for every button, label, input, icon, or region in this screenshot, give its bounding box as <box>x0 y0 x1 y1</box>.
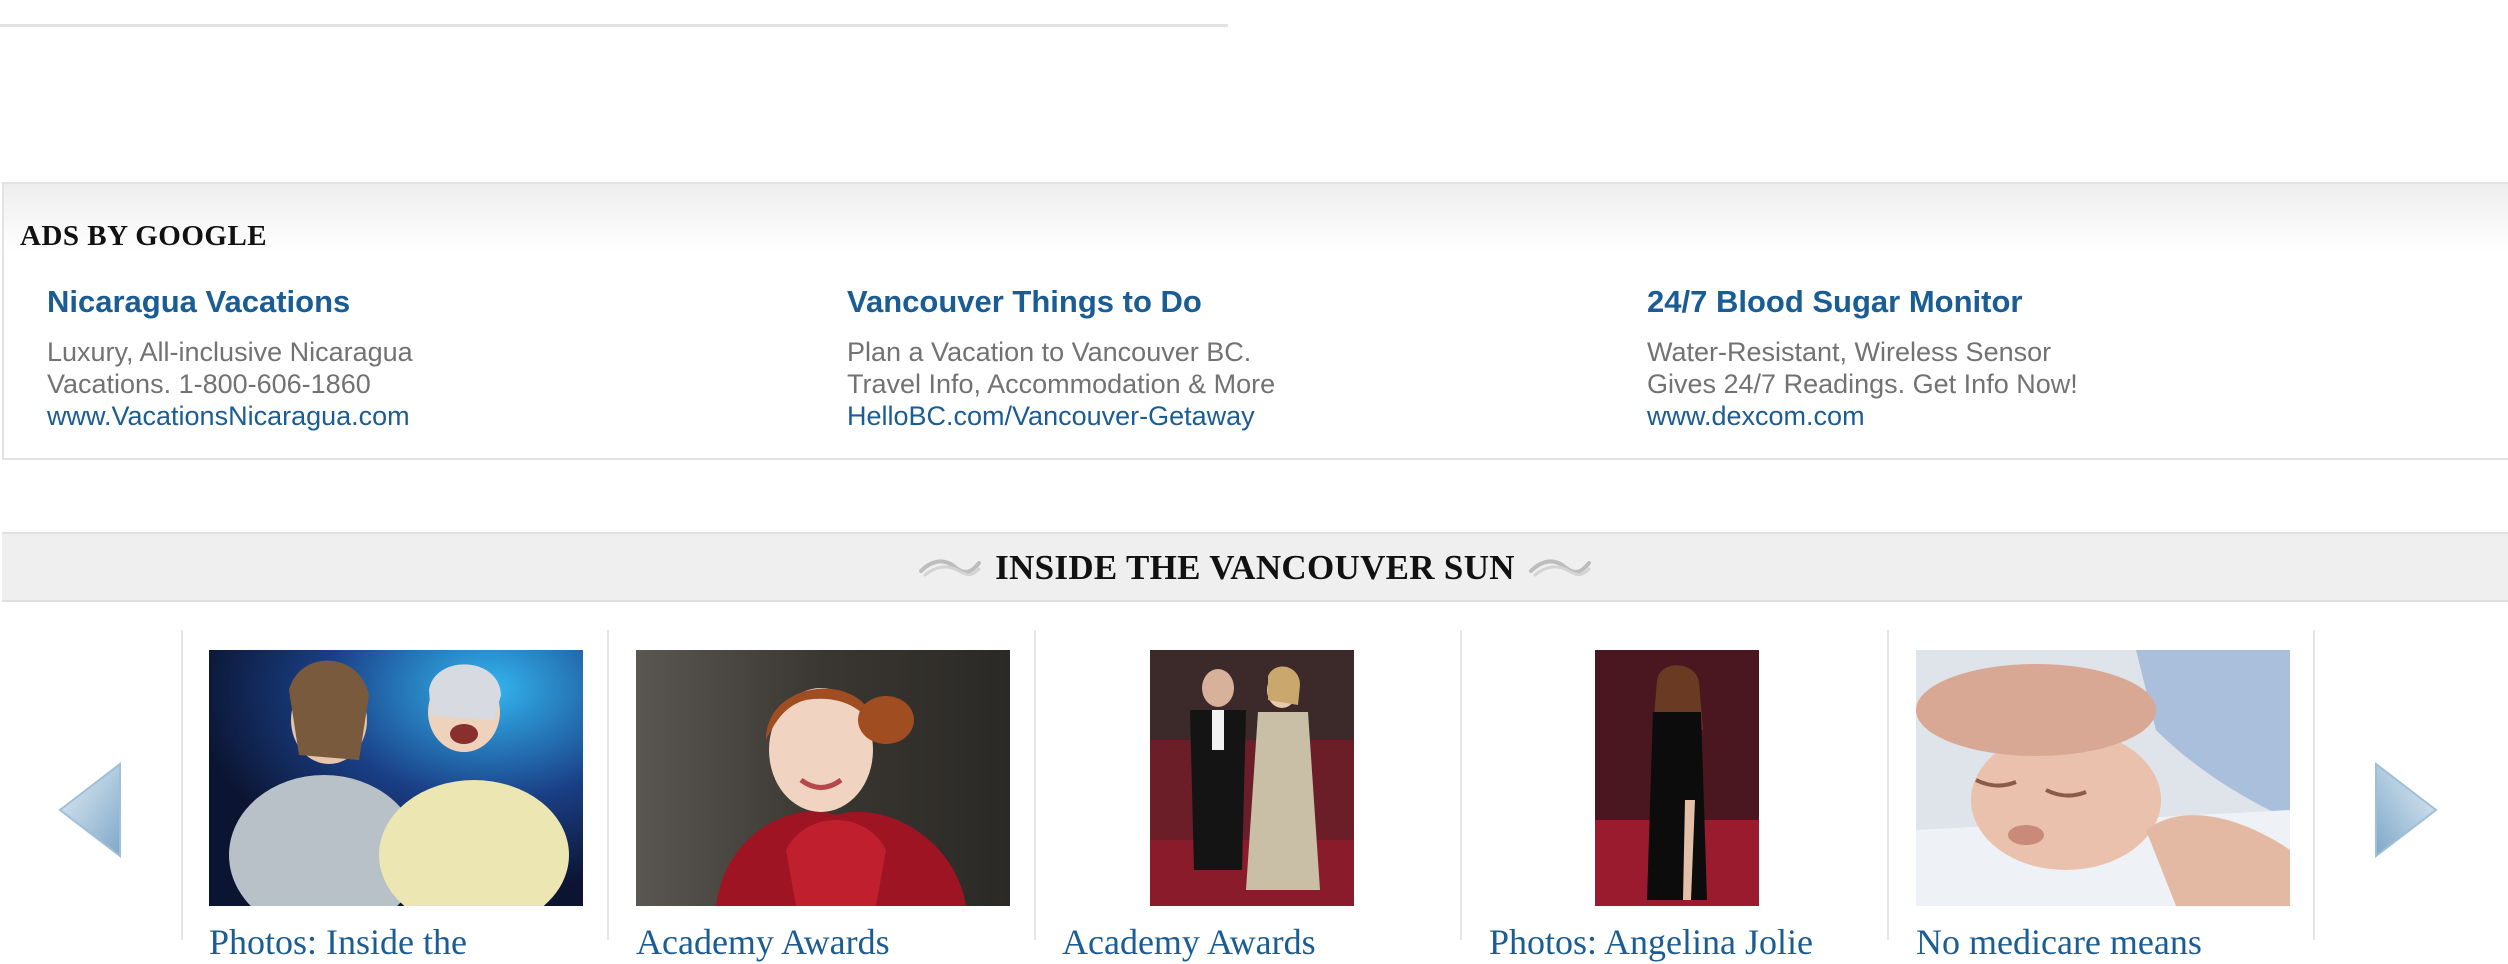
ad-desc-line: Water-Resistant, Wireless Sensor <box>1647 337 2052 367</box>
ad-desc-line: Gives 24/7 Readings. Get Info Now! <box>1647 369 2078 399</box>
swoosh-icon <box>918 559 981 577</box>
top-divider <box>0 24 1228 27</box>
ad-desc-line: Luxury, All-inclusive Nicaragua <box>47 337 413 367</box>
ad-description: Plan a Vacation to Vancouver BC. Travel … <box>847 336 1567 400</box>
ad-desc-line: Travel Info, Accommodation & More <box>847 369 1276 399</box>
inside-section-title: INSIDE THE VANCOUVER SUN <box>995 548 1515 587</box>
story-photo[interactable] <box>1916 650 2290 906</box>
ad-desc-line: Vacations. 1-800-606-1860 <box>47 369 371 399</box>
swoosh-icon <box>1529 559 1592 577</box>
card-divider <box>607 630 609 940</box>
story-title[interactable]: Photos: Inside the <box>209 920 585 964</box>
ad-desc-line: Plan a Vacation to Vancouver BC. <box>847 337 1252 367</box>
story-title[interactable]: Academy Awards <box>1062 920 1438 964</box>
story-photo[interactable] <box>636 650 1010 906</box>
card-divider <box>181 630 183 940</box>
story-photo[interactable] <box>209 650 583 906</box>
story-photo[interactable] <box>1150 650 1354 906</box>
ad-title-link[interactable]: Nicaragua Vacations <box>47 284 767 320</box>
ad-title-link[interactable]: Vancouver Things to Do <box>847 284 1567 320</box>
story-photo[interactable] <box>1595 650 1759 906</box>
arrow-left-icon[interactable] <box>58 762 122 858</box>
google-ads-panel: ADS BY GOOGLE Nicaragua Vacations Luxury… <box>2 182 2508 460</box>
ad-description: Luxury, All-inclusive Nicaragua Vacation… <box>47 336 767 400</box>
card-divider <box>1460 630 1462 940</box>
inside-title-wrap: INSIDE THE VANCOUVER SUN <box>2 548 2508 588</box>
ad-title-link[interactable]: 24/7 Blood Sugar Monitor <box>1647 284 2367 320</box>
story-title[interactable]: No medicare means <box>1916 920 2292 964</box>
ad-item: 24/7 Blood Sugar Monitor Water-Resistant… <box>1647 284 2367 432</box>
story-title[interactable]: Photos: Angelina Jolie <box>1489 920 1865 964</box>
ad-url-link[interactable]: www.dexcom.com <box>1647 400 2367 432</box>
arrow-right-icon[interactable] <box>2374 762 2438 858</box>
card-divider <box>2313 630 2315 940</box>
ads-heading: ADS BY GOOGLE <box>20 220 268 252</box>
ad-description: Water-Resistant, Wireless Sensor Gives 2… <box>1647 336 2367 400</box>
ad-url-link[interactable]: HelloBC.com/Vancouver-Getaway <box>847 400 1567 432</box>
ad-item: Vancouver Things to Do Plan a Vacation t… <box>847 284 1567 432</box>
story-title[interactable]: Academy Awards <box>636 920 1012 964</box>
ad-url-link[interactable]: www.VacationsNicaragua.com <box>47 400 767 432</box>
card-divider <box>1887 630 1889 940</box>
ad-item: Nicaragua Vacations Luxury, All-inclusiv… <box>47 284 767 432</box>
card-divider <box>1034 630 1036 940</box>
inside-section-header: INSIDE THE VANCOUVER SUN <box>2 532 2508 602</box>
